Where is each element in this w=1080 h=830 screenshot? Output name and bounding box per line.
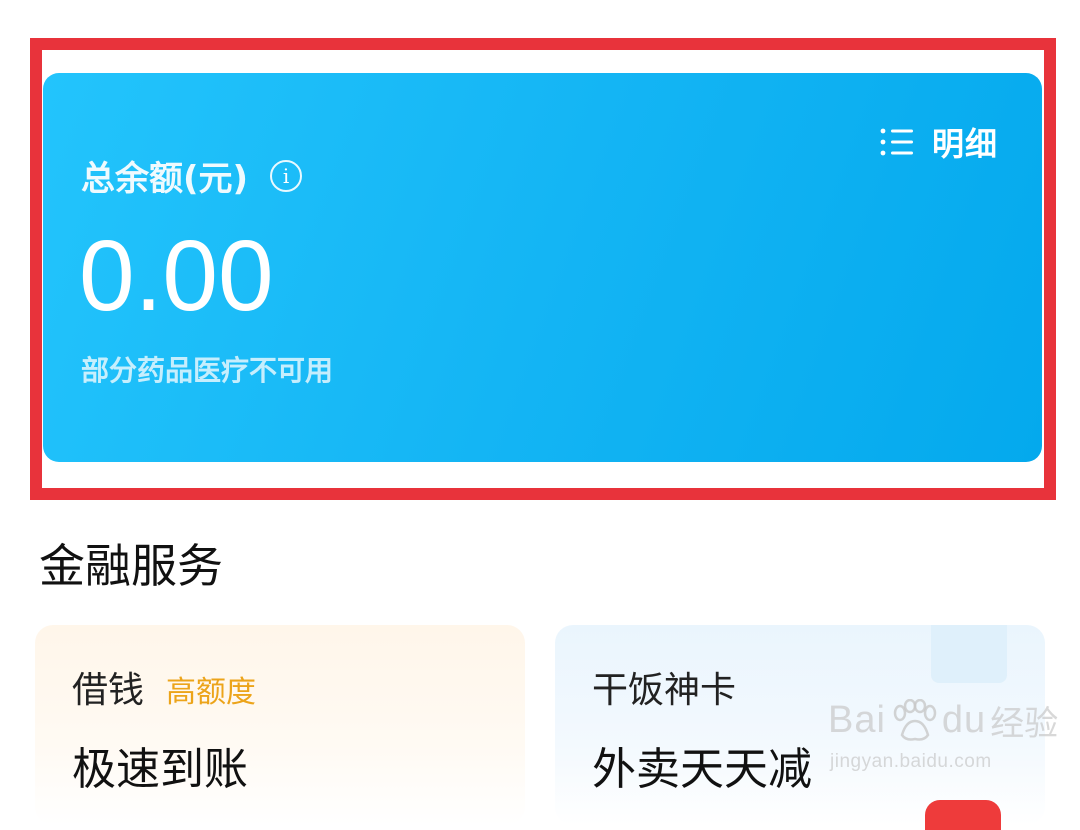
card-decoration [931, 625, 1007, 683]
loan-card-header: 借钱 高额度 [72, 661, 256, 713]
meal-card-headline: 外卖天天减 [592, 744, 812, 795]
loan-card-tag: 高额度 [166, 675, 257, 710]
meal-card-header: 干饭神卡 [592, 661, 736, 713]
loan-card-headline: 极速到账 [72, 744, 248, 795]
balance-header: 总余额(元) i [81, 151, 303, 200]
section-title: 金融服务 [39, 539, 223, 593]
promo-badge[interactable] [925, 800, 1001, 830]
balance-card[interactable]: 明细 总余额(元) i 0.00 部分药品医疗不可用 [43, 73, 1042, 462]
loan-card[interactable]: 借钱 高额度 极速到账 [35, 625, 525, 825]
meal-card-name: 干饭神卡 [592, 670, 737, 711]
info-icon[interactable]: i [270, 159, 303, 192]
detail-label: 明细 [931, 125, 998, 163]
detail-button[interactable]: 明细 [880, 119, 998, 165]
list-icon [880, 128, 913, 156]
balance-title: 总余额(元) [81, 159, 249, 199]
balance-amount: 0.00 [79, 220, 274, 332]
loan-card-name: 借钱 [72, 670, 145, 711]
balance-note: 部分药品医疗不可用 [81, 354, 334, 387]
meal-card[interactable]: 干饭神卡 外卖天天减 [555, 625, 1045, 825]
